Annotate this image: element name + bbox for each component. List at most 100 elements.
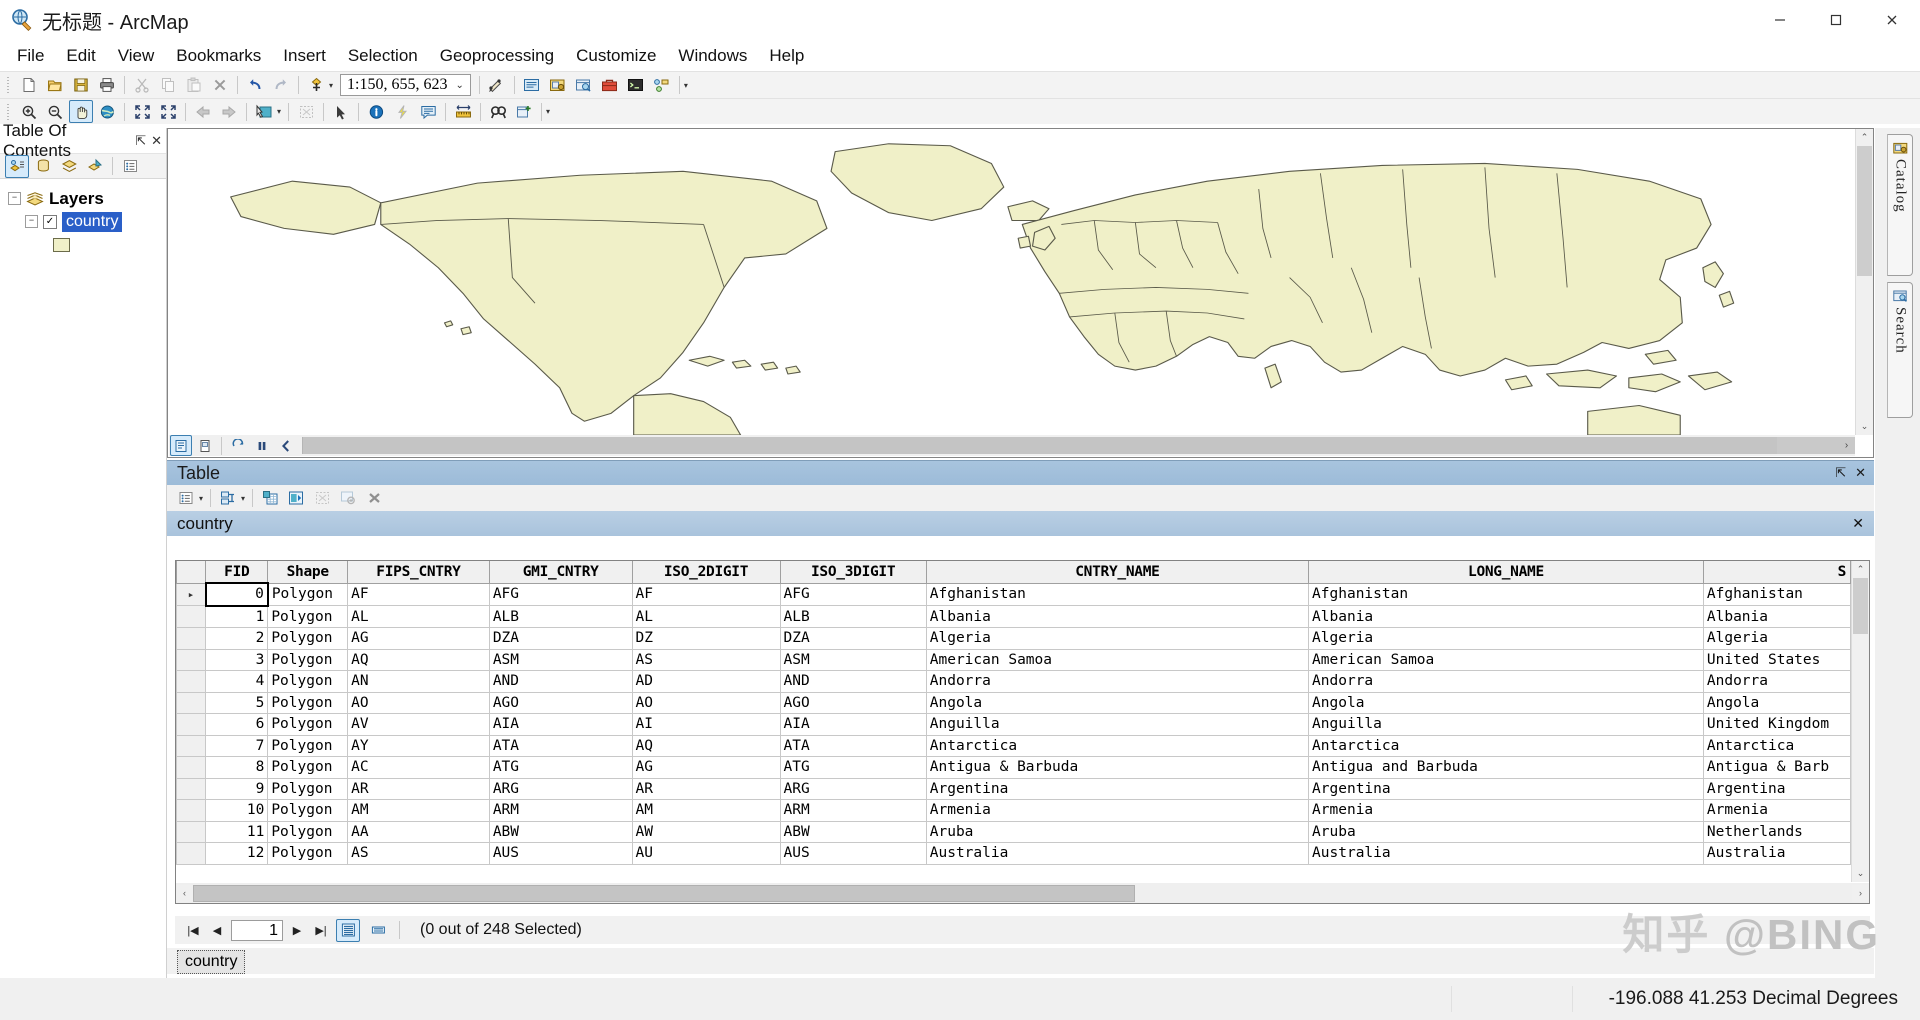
- first-record-button[interactable]: |◀: [183, 920, 203, 940]
- table-row[interactable]: 10 Polygon AM ARM AM ARM Armenia Armenia Armenia: [176, 799, 1851, 822]
- menu-file[interactable]: File: [6, 42, 55, 70]
- select-elements-icon[interactable]: [329, 100, 353, 123]
- cell-long_name[interactable]: Aruba: [1308, 821, 1704, 843]
- cell-fid[interactable]: 4: [205, 670, 269, 693]
- cell-cntry_name[interactable]: Afghanistan: [925, 583, 1310, 606]
- map-canvas[interactable]: [169, 130, 1855, 435]
- add-data-dropdown-icon[interactable]: ▾: [329, 81, 333, 90]
- map-hscroll-right-icon[interactable]: ›: [1838, 437, 1855, 454]
- hyperlink-icon[interactable]: [390, 100, 414, 123]
- attribute-table[interactable]: FID Shape FIPS_CNTRY GMI_CNTRY ISO_2DIGIT ISO…: [176, 561, 1851, 865]
- cell-fips_cntry[interactable]: AS: [347, 842, 490, 865]
- cell-iso_3digit[interactable]: AGO: [779, 692, 927, 714]
- menu-windows[interactable]: Windows: [667, 42, 758, 70]
- cell-gmi_cntry[interactable]: ALB: [488, 605, 633, 628]
- cell-shape[interactable]: Polygon: [267, 713, 349, 736]
- row-selector[interactable]: ▸: [176, 583, 207, 606]
- cell-iso_3digit[interactable]: ALB: [779, 605, 927, 628]
- cell-iso_2digit[interactable]: AF: [631, 583, 781, 606]
- show-selected-records-icon[interactable]: [366, 919, 390, 942]
- delete-selected-icon[interactable]: [362, 487, 386, 510]
- related-tables-icon[interactable]: [216, 487, 240, 510]
- cell-iso_2digit[interactable]: DZ: [631, 627, 781, 650]
- toolbar-overflow-icon[interactable]: ▾: [684, 81, 688, 90]
- undo-icon[interactable]: [243, 74, 267, 97]
- row-selector[interactable]: [176, 778, 207, 800]
- cell-long_name[interactable]: Afghanistan: [1308, 583, 1704, 606]
- cell-iso_2digit[interactable]: AI: [631, 713, 781, 736]
- row-selector[interactable]: [176, 605, 207, 628]
- table-row[interactable]: 8 Polygon AC ATG AG ATG Antigua & Barbuda Antig…: [176, 756, 1851, 779]
- go-to-xy-icon[interactable]: [512, 100, 536, 123]
- cell-long_name[interactable]: Algeria: [1308, 627, 1704, 650]
- copy-icon[interactable]: [156, 74, 180, 97]
- maximize-button[interactable]: [1808, 0, 1864, 40]
- cell-shape[interactable]: Polygon: [267, 692, 349, 714]
- cell-sovereign[interactable]: United States: [1702, 649, 1851, 671]
- cell-long_name[interactable]: Armenia: [1308, 799, 1704, 822]
- search-window-icon[interactable]: [572, 74, 596, 97]
- print-icon[interactable]: [95, 74, 119, 97]
- cell-fid[interactable]: 9: [205, 778, 269, 800]
- scroll-up-icon[interactable]: ⌃: [1856, 129, 1873, 146]
- switch-selection-icon[interactable]: [284, 487, 308, 510]
- cell-gmi_cntry[interactable]: AIA: [488, 713, 633, 736]
- cell-fid[interactable]: 3: [205, 649, 269, 671]
- cell-fips_cntry[interactable]: AR: [347, 778, 490, 800]
- python-window-icon[interactable]: [624, 74, 648, 97]
- table-row[interactable]: 4 Polygon AN AND AD AND Andorra Andorra Andorra: [176, 670, 1851, 693]
- scroll-left-icon[interactable]: ‹: [176, 884, 193, 902]
- table-row[interactable]: 1 Polygon AL ALB AL ALB Albania Albania Albania: [176, 605, 1851, 628]
- cell-gmi_cntry[interactable]: AGO: [488, 692, 633, 714]
- cell-cntry_name[interactable]: Australia: [925, 842, 1310, 865]
- cell-fid[interactable]: 5: [205, 692, 269, 714]
- scroll-right-icon[interactable]: ›: [1852, 884, 1869, 902]
- model-builder-icon[interactable]: [650, 74, 674, 97]
- column-header-fips_cntry[interactable]: FIPS_CNTRY: [347, 561, 490, 584]
- row-selector[interactable]: [176, 799, 207, 822]
- go-back-extent-icon[interactable]: [191, 100, 215, 123]
- row-selector[interactable]: [176, 756, 207, 779]
- cell-fid[interactable]: 6: [205, 713, 269, 736]
- cell-fips_cntry[interactable]: AV: [347, 713, 490, 736]
- map-vscroll-thumb[interactable]: [1857, 146, 1872, 276]
- cell-fips_cntry[interactable]: AL: [347, 605, 490, 628]
- select-features-icon[interactable]: [252, 100, 276, 123]
- cell-iso_3digit[interactable]: AFG: [779, 583, 927, 606]
- cell-shape[interactable]: Polygon: [267, 821, 349, 843]
- cell-sovereign[interactable]: Antigua & Barb: [1702, 756, 1851, 779]
- column-header-iso_2digit[interactable]: ISO_2DIGIT: [631, 561, 781, 584]
- map-view[interactable]: ⌃ ⌄ ›: [167, 128, 1874, 458]
- cell-fips_cntry[interactable]: AF: [347, 583, 490, 606]
- menu-customize[interactable]: Customize: [565, 42, 667, 70]
- cell-gmi_cntry[interactable]: AUS: [488, 842, 633, 865]
- add-data-icon[interactable]: [304, 74, 328, 97]
- toc-layer-label[interactable]: country: [62, 211, 123, 232]
- cell-cntry_name[interactable]: Antigua & Barbuda: [925, 756, 1310, 779]
- cell-sovereign[interactable]: Australia: [1702, 842, 1851, 865]
- cell-fid[interactable]: 11: [205, 821, 269, 843]
- row-selector[interactable]: [176, 842, 207, 865]
- fixed-zoom-out-icon[interactable]: [156, 100, 180, 123]
- cell-gmi_cntry[interactable]: DZA: [488, 627, 633, 650]
- cell-gmi_cntry[interactable]: AND: [488, 670, 633, 693]
- scroll-down-icon[interactable]: ⌄: [1852, 865, 1869, 882]
- related-tables-dropdown-icon[interactable]: ▾: [241, 494, 245, 503]
- menu-bookmarks[interactable]: Bookmarks: [165, 42, 272, 70]
- collapse-arrow-icon[interactable]: [275, 435, 297, 456]
- close-button[interactable]: [1864, 0, 1920, 40]
- cell-fid[interactable]: 2: [205, 627, 269, 650]
- go-forward-extent-icon[interactable]: [217, 100, 241, 123]
- cell-fips_cntry[interactable]: AG: [347, 627, 490, 650]
- html-popup-icon[interactable]: [416, 100, 440, 123]
- column-header-fid[interactable]: FID: [205, 561, 269, 584]
- menu-edit[interactable]: Edit: [55, 42, 106, 70]
- cell-gmi_cntry[interactable]: ASM: [488, 649, 633, 671]
- cell-fips_cntry[interactable]: AO: [347, 692, 490, 714]
- table-row[interactable]: 12 Polygon AS AUS AU AUS Australia Australia Aus…: [176, 842, 1851, 865]
- column-header-cntry_name[interactable]: CNTRY_NAME: [925, 561, 1310, 584]
- table-row[interactable]: 9 Polygon AR ARG AR ARG Argentina Argentina Arge…: [176, 778, 1851, 800]
- cell-long_name[interactable]: Australia: [1308, 842, 1704, 865]
- cell-fips_cntry[interactable]: AM: [347, 799, 490, 822]
- cell-gmi_cntry[interactable]: ATG: [488, 756, 633, 779]
